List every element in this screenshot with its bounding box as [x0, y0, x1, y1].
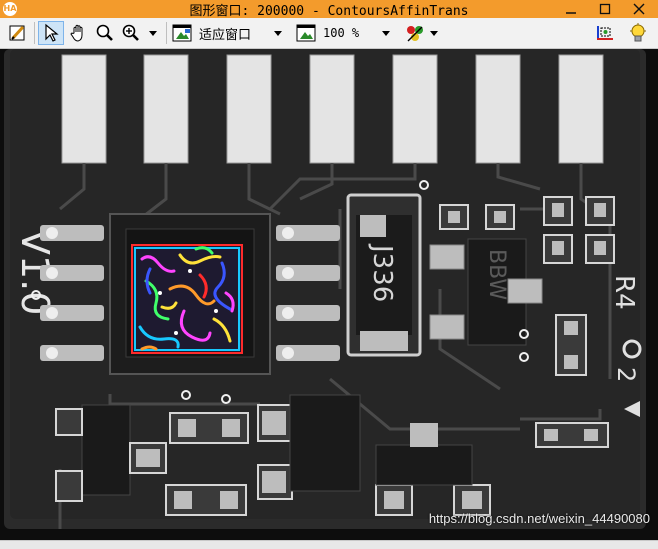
- lightbulb-icon: [630, 23, 646, 42]
- zoom-100-icon: [296, 24, 316, 42]
- board-marking-r4: R4: [609, 275, 639, 310]
- pan-tool-button[interactable]: [67, 21, 91, 45]
- svg-text:BBW: BBW: [484, 249, 509, 300]
- contour-overlay: [131, 244, 243, 354]
- maximize-button[interactable]: [590, 1, 620, 17]
- chevron-down-icon: [149, 30, 157, 36]
- magnify-tool-button[interactable]: [93, 21, 117, 45]
- chevron-down-icon: [382, 30, 391, 36]
- pointer-tool-button[interactable]: [38, 21, 64, 45]
- svg-text:R4: R4: [609, 275, 639, 310]
- edit-button[interactable]: [6, 21, 30, 45]
- zoom-tool-button[interactable]: [119, 21, 143, 45]
- toolbar-separator: [166, 22, 167, 44]
- color-palette-icon: [407, 26, 423, 42]
- magnifier-icon: [96, 24, 113, 41]
- chevron-down-icon: [430, 30, 438, 36]
- svg-text:2: 2: [612, 367, 640, 382]
- svg-text:J336: J336: [367, 243, 397, 302]
- zoom-in-icon: [122, 24, 139, 41]
- pan-hand-icon: [70, 24, 83, 42]
- chip-marking-j336: J336: [367, 243, 397, 302]
- fit-window-select[interactable]: 适应窗口: [172, 21, 290, 45]
- edit-icon: [9, 25, 25, 41]
- board-marking-2: 2: [612, 367, 640, 382]
- pcb-image: V1.0 J336 BBW R4 2: [0, 49, 658, 540]
- zoom-level-label: 100 %: [323, 26, 360, 40]
- color-select[interactable]: [402, 21, 440, 45]
- pointer-icon: [45, 23, 59, 42]
- watermark-text: https://blog.csdn.net/weixin_44490080: [428, 511, 650, 526]
- chip-marking-bbw: BBW: [484, 249, 509, 300]
- region-xy-icon: [597, 26, 613, 40]
- zoom-level-select[interactable]: 100 %: [296, 21, 396, 45]
- fit-mode-label: 适应窗口: [199, 27, 252, 43]
- image-canvas[interactable]: V1.0 J336 BBW R4 2 https://blog.csdn.net…: [0, 49, 658, 540]
- toolbar: 适应窗口 100 %: [0, 18, 658, 49]
- region-info-button[interactable]: [592, 21, 618, 45]
- minimize-button[interactable]: [556, 1, 586, 17]
- close-button[interactable]: [624, 1, 654, 17]
- toolbar-separator: [34, 22, 35, 44]
- chevron-down-icon: [274, 30, 283, 36]
- help-button[interactable]: [624, 21, 652, 45]
- zoom-mode-dropdown[interactable]: [145, 21, 161, 45]
- window-fit-icon: [172, 24, 192, 42]
- title-bar: HA 图形窗口: 200000 - ContoursAffinTrans: [0, 0, 658, 19]
